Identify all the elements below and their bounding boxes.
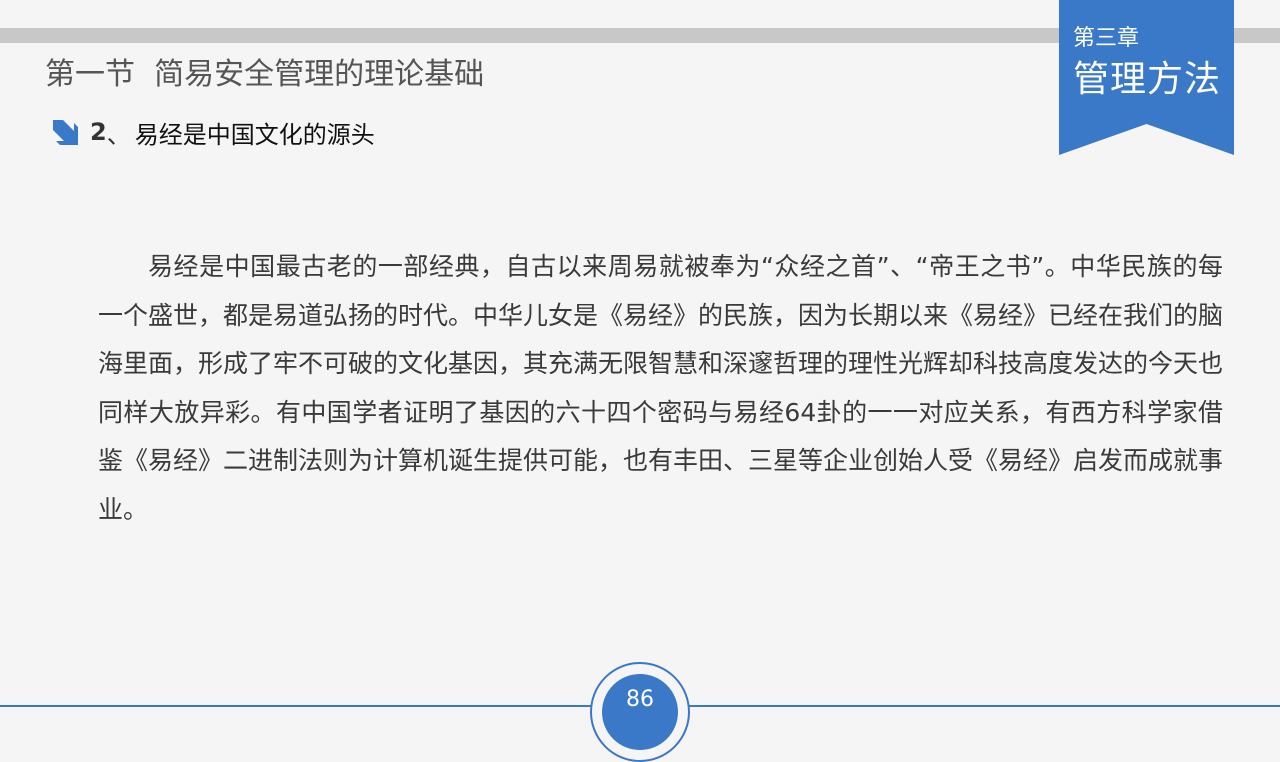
chapter-title: 管理方法: [1073, 59, 1222, 100]
chapter-number-label: 第三章: [1073, 26, 1140, 51]
sub-heading-separator: 、: [106, 120, 131, 149]
section-title: 第一节 简易安全管理的理论基础: [45, 57, 485, 92]
arrow-down-right-icon: [53, 120, 78, 145]
sub-heading: 2 、 易经是中国文化的源头: [50, 114, 375, 150]
page-number: 86: [626, 687, 654, 712]
sub-heading-number: 2: [90, 118, 107, 146]
body-paragraph: 易经是中国最古老的一部经典，自古以来周易就被奉为“众经之首”、“帝王之书”。中华…: [98, 252, 1224, 524]
sub-heading-text: 易经是中国文化的源头: [134, 120, 375, 149]
chapter-ribbon: 第三章 管理方法: [1059, 0, 1234, 155]
